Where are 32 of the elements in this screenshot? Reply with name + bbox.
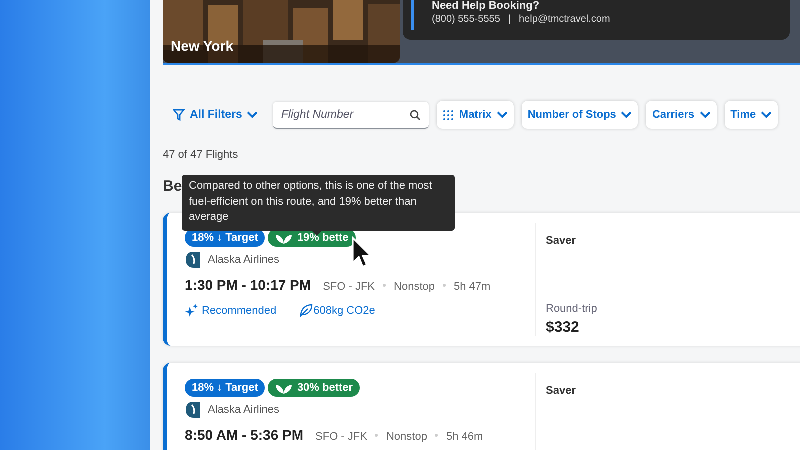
city-name: New York bbox=[171, 38, 234, 54]
flight-times: 1:30 PM - 10:17 PM bbox=[185, 277, 312, 293]
stops: Nonstop bbox=[394, 281, 435, 293]
help-title: Need Help Booking? bbox=[432, 0, 541, 12]
eco-badge-label: 30% better bbox=[297, 382, 354, 394]
filter-dropdown[interactable]: Carriers bbox=[646, 101, 717, 129]
phone-number: (800) 555-5555 bbox=[432, 14, 500, 25]
flight-number-field[interactable]: Flight Number bbox=[273, 102, 430, 128]
section-heading: Be bbox=[163, 178, 182, 195]
airline-name: Alaska Airlines bbox=[208, 254, 280, 266]
fare-name: Saver bbox=[546, 235, 577, 247]
route: SFO - JFK bbox=[323, 281, 376, 293]
emissions-label: 608kg CO2e bbox=[314, 304, 376, 316]
flight-card[interactable]: 18% ↓ Target 30% better Alaska Airlines 8:50 AM - 5:36 PM SFO - JFK Nonstop 5h 46m Saver bbox=[163, 363, 800, 450]
airline-name: Alaska Airlines bbox=[208, 404, 280, 416]
filter-dropdown[interactable]: Number of Stops bbox=[522, 101, 638, 129]
duration: 5h 47m bbox=[454, 281, 491, 293]
fare-name: Saver bbox=[546, 385, 576, 397]
flight-times: 8:50 AM - 5:36 PM bbox=[185, 427, 304, 443]
filter-dropdown[interactable]: Time bbox=[724, 101, 778, 129]
all-filters-button[interactable]: All Filters bbox=[163, 109, 258, 121]
stops: Nonstop bbox=[386, 431, 428, 443]
price: $332 bbox=[546, 319, 580, 336]
target-badge: 18% ↓ Target bbox=[185, 379, 266, 397]
route: SFO - JFK bbox=[316, 431, 368, 443]
result-count: 47 of 47 Flights bbox=[163, 149, 240, 161]
email-address: help@tmctravel.com bbox=[519, 14, 610, 25]
filter-dropdown[interactable]: Matrix bbox=[437, 101, 514, 129]
separator: | bbox=[508, 14, 511, 25]
duration: 5h 46m bbox=[446, 431, 484, 443]
trip-type: Round-trip bbox=[546, 303, 598, 315]
recommended-label: Recommended bbox=[202, 304, 277, 316]
